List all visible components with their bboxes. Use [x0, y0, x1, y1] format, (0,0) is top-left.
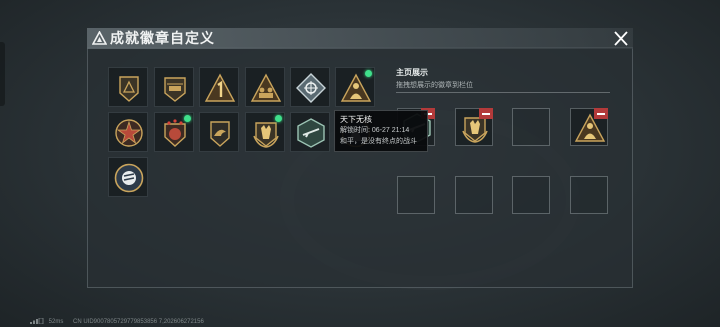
- new-indicator-dot: [184, 115, 191, 122]
- badge-crosshair-diamond[interactable]: [290, 67, 330, 107]
- badge-stars-crest[interactable]: [154, 112, 194, 152]
- number-one-triangle-emblem-icon: [204, 73, 236, 102]
- remove-badge-button[interactable]: [594, 108, 608, 119]
- badge-triangle-shield[interactable]: [108, 67, 148, 107]
- tooltip-unlock-label: 解锁时间:: [340, 127, 370, 134]
- status-bar: 52ms CN UID9007805729779853856 7,2026062…: [30, 318, 212, 326]
- signal-icon: [30, 318, 44, 325]
- badge-tank-circle[interactable]: [108, 157, 148, 197]
- latency-readout: 52ms: [48, 319, 64, 325]
- badge-wolf-laurel[interactable]: [245, 112, 285, 152]
- showcase-slot-filled[interactable]: [455, 108, 493, 146]
- crosshair-diamond-emblem-icon: [296, 73, 326, 103]
- showcase-slot-empty[interactable]: [512, 176, 550, 214]
- close-icon: [614, 31, 628, 46]
- showcase-slot-filled[interactable]: [570, 108, 608, 146]
- badge-rifle-hexagon[interactable]: [290, 112, 330, 152]
- showcase-divider: [396, 92, 610, 93]
- rifle-hexagon-emblem-icon: [297, 118, 325, 148]
- showcase-slot-empty[interactable]: [455, 176, 493, 214]
- tooltip-unlock-value: 06-27 21:14: [371, 127, 410, 134]
- badge-number-one-triangle[interactable]: [199, 67, 239, 107]
- badge-tooltip: 天下无核 解锁时间: 06-27 21:14 和平，是没有终点的战斗: [334, 110, 428, 152]
- remove-badge-button[interactable]: [479, 108, 493, 119]
- new-indicator-dot: [275, 115, 282, 122]
- star-medal-emblem-icon: [115, 119, 143, 147]
- badge-helicopter-shield[interactable]: [154, 67, 194, 107]
- badge-soldier-triangle[interactable]: [335, 67, 375, 107]
- showcase-title: 主页展示: [396, 68, 428, 77]
- tooltip-badge-name: 天下无核: [340, 115, 372, 124]
- build-info: CN UID9007805729779853856 7,202606272156: [73, 319, 204, 325]
- showcase-subtitle: 拖拽想展示的徽章到栏位: [396, 82, 473, 89]
- warning-triangle-icon: [92, 31, 107, 45]
- tooltip-unlock-time: 解锁时间: 06-27 21:14: [340, 125, 422, 136]
- tooltip-description: 和平，是没有终点的战斗: [340, 138, 417, 145]
- eagle-shield-emblem-icon: [210, 121, 230, 147]
- showcase-slot-empty[interactable]: [570, 176, 608, 214]
- tank-circle-emblem-icon: [114, 163, 144, 193]
- showcase-slot-empty[interactable]: [397, 176, 435, 214]
- left-edge-handle: [0, 42, 5, 106]
- badge-eagle-shield[interactable]: [199, 112, 239, 152]
- showcase-slot-empty[interactable]: [512, 108, 550, 146]
- badge-star-medal[interactable]: [108, 112, 148, 152]
- close-button[interactable]: [610, 29, 632, 49]
- soldiers-triangle-emblem-icon: [250, 73, 282, 102]
- new-indicator-dot: [365, 70, 372, 77]
- helicopter-shield-emblem-icon: [164, 77, 186, 102]
- window-title: 成就徽章自定义: [110, 30, 215, 46]
- triangle-shield-emblem-icon: [119, 76, 139, 102]
- badge-soldiers-triangle[interactable]: [245, 67, 285, 107]
